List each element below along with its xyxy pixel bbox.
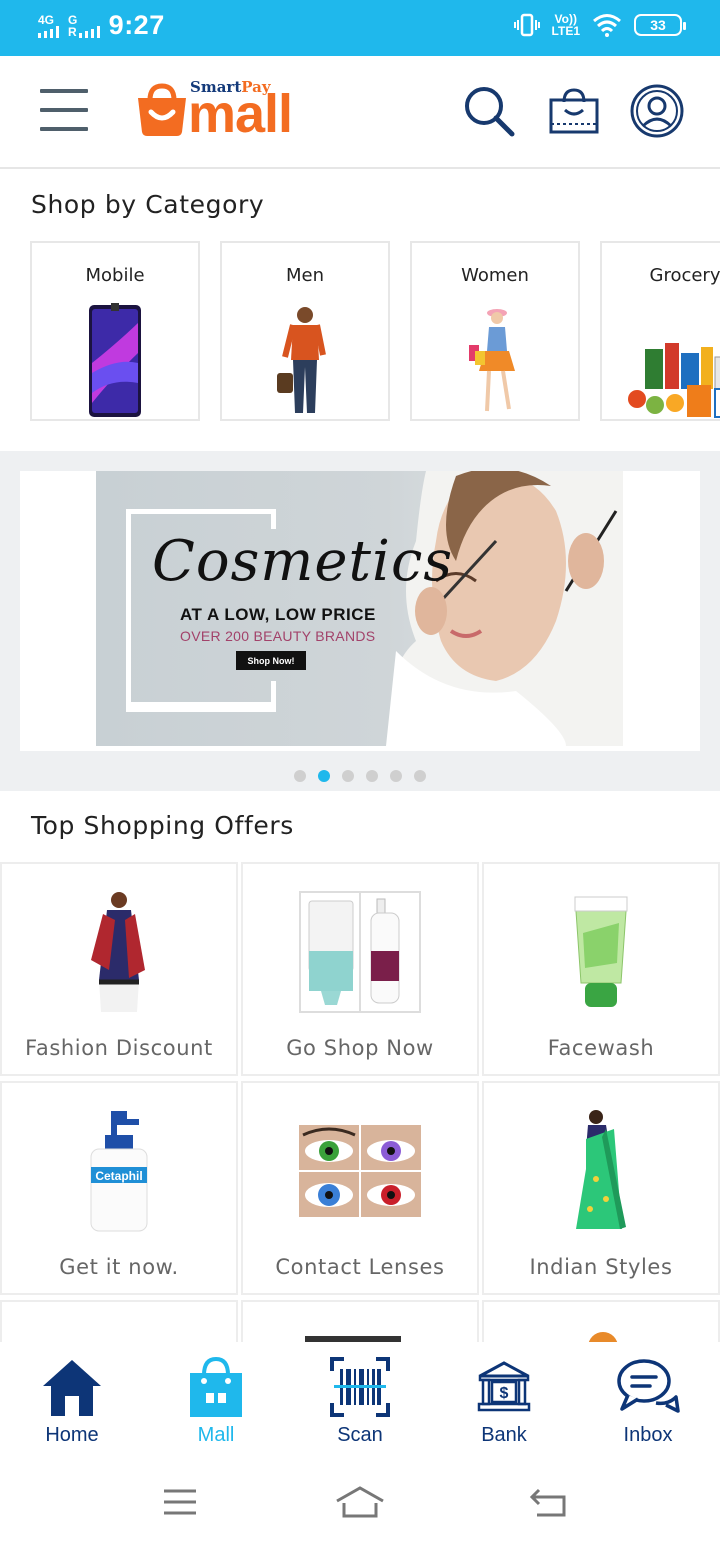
user-avatar-icon [630, 84, 684, 138]
carousel-indicator [0, 770, 720, 782]
brand-name-large: mall [188, 84, 293, 144]
shopping-bag-icon [190, 1356, 242, 1417]
cosmetics-banner[interactable]: Cosmetics AT A LOW, LOW PRICE OVER 200 B… [96, 471, 623, 746]
nav-scan[interactable]: Scan [300, 1354, 420, 1454]
man-image [222, 301, 388, 419]
shop-by-category-title: Shop by Category [31, 190, 265, 219]
shopping-bag-icon [549, 88, 599, 134]
menu-button[interactable] [40, 89, 88, 131]
kurti-image [2, 888, 236, 1016]
svg-text:Cetaphil: Cetaphil [95, 1169, 142, 1183]
menu-lines-icon [164, 1489, 196, 1515]
profile-button[interactable] [630, 84, 684, 138]
wifi-icon [593, 14, 621, 37]
carousel-dot-2[interactable] [318, 770, 330, 782]
cetaphil-bottle-image: Cetaphil [2, 1107, 236, 1235]
phone-image [32, 301, 198, 419]
menu-icon [40, 89, 88, 93]
top-offers-title: Top Shopping Offers [31, 811, 294, 840]
network-indicator-1: 4G [38, 14, 62, 38]
signal-bars-icon [38, 25, 59, 38]
logo-bag-icon [138, 83, 186, 136]
carousel-dot-1[interactable] [294, 770, 306, 782]
category-mobile[interactable]: Mobile [30, 241, 200, 421]
bottom-navigation: Home Mall Scan $ Bank Inbox [0, 1342, 720, 1462]
clock: 9:27 [108, 10, 165, 40]
status-bar: 4G G R 9:27 Vo)) LTE1 33 [0, 0, 720, 56]
barcode-scan-icon [330, 1357, 390, 1417]
signal-bars-icon-2 [78, 25, 100, 38]
bank-icon: $ [477, 1361, 531, 1412]
svg-text:$: $ [500, 1385, 509, 1402]
saree-image [484, 1107, 718, 1235]
category-women[interactable]: Women [410, 241, 580, 421]
carousel-dot-3[interactable] [342, 770, 354, 782]
colored-eyes-image [243, 1107, 477, 1235]
category-men[interactable]: Men [220, 241, 390, 421]
back-arrow-icon [529, 1488, 566, 1517]
nav-home[interactable]: Home [12, 1354, 132, 1454]
offer-contact-lenses[interactable]: Contact Lenses [241, 1081, 479, 1295]
cart-button[interactable] [547, 84, 601, 138]
battery-indicator: 33 [634, 14, 686, 36]
shop-now-button[interactable]: Shop Now! [236, 651, 306, 670]
offer-fashion-discount[interactable]: Fashion Discount [0, 862, 238, 1076]
offer-get-it-now[interactable]: Cetaphil Get it now. [0, 1081, 238, 1295]
home-outline-icon [336, 1486, 384, 1518]
banner-line-1: AT A LOW, LOW PRICE [180, 605, 376, 624]
facewash-tube-image [484, 888, 718, 1016]
network-indicator-2: G R [68, 14, 103, 38]
offer-indian-styles[interactable]: Indian Styles [482, 1081, 720, 1295]
category-grocery[interactable]: Grocery [600, 241, 720, 421]
nav-mall[interactable]: Mall [156, 1354, 276, 1454]
volte-indicator: Vo)) LTE1 [551, 12, 580, 38]
home-system-button[interactable] [330, 1480, 390, 1524]
search-button[interactable] [462, 84, 516, 138]
offer-go-shop-now[interactable]: Go Shop Now [241, 862, 479, 1076]
back-system-button[interactable] [518, 1480, 578, 1524]
banner-line-2: OVER 200 BEAUTY BRANDS [180, 628, 376, 644]
system-navigation-bar [0, 1462, 720, 1544]
lotion-bottles-image [243, 888, 477, 1016]
woman-image [412, 301, 578, 419]
chat-icon [617, 1359, 680, 1413]
nav-bank[interactable]: $ Bank [444, 1354, 564, 1454]
banner-title: Cosmetics [152, 529, 454, 594]
smartpay-mall-logo[interactable]: SmartPay mall [134, 78, 324, 144]
carousel-dot-5[interactable] [390, 770, 402, 782]
nav-inbox[interactable]: Inbox [588, 1354, 708, 1454]
recent-apps-button[interactable] [150, 1480, 210, 1524]
vibrate-icon [513, 13, 540, 37]
category-list[interactable]: Mobile Men Women Grocery [30, 241, 720, 421]
search-icon [465, 87, 515, 137]
app-header: SmartPay mall [0, 56, 720, 169]
carousel-dot-4[interactable] [366, 770, 378, 782]
home-icon [43, 1360, 101, 1416]
grocery-image [602, 301, 720, 419]
offer-facewash[interactable]: Facewash [482, 862, 720, 1076]
carousel-dot-6[interactable] [414, 770, 426, 782]
